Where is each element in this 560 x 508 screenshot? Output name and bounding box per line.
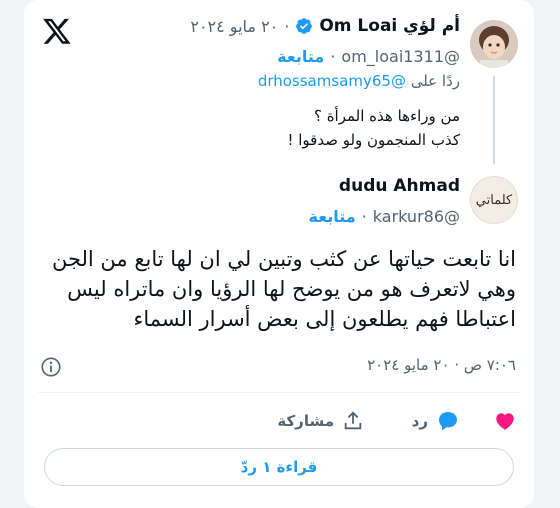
follow-button[interactable]: متابعة bbox=[309, 207, 356, 226]
divider bbox=[38, 392, 520, 393]
avatar[interactable] bbox=[470, 20, 518, 68]
separator: · bbox=[361, 206, 367, 226]
replying-to: ردًا على @drhossamsamy65 bbox=[258, 72, 460, 94]
reply-bubble-icon bbox=[439, 412, 457, 431]
tweet-card: أم لؤي Om Loai · ٢٠ مايو ٢٠٢٤ @om_loai13… bbox=[24, 0, 534, 508]
reply-button[interactable]: رد bbox=[412, 408, 460, 434]
quoted-text-line: من وراءها هذه المرأة ؟ bbox=[313, 107, 460, 125]
x-logo-icon[interactable] bbox=[42, 16, 72, 46]
tweet-text: انا تابعت حياتها عن كثب وتبين لي ان لها … bbox=[51, 247, 516, 331]
heart-icon bbox=[496, 413, 514, 430]
handle-row: @karkur86 · متابعة bbox=[309, 204, 461, 228]
handle[interactable]: @karkur86 bbox=[373, 207, 460, 226]
reply-mention-link[interactable]: @drhossamsamy65 bbox=[258, 72, 406, 90]
share-icon bbox=[344, 411, 362, 430]
avatar-logo-text: كلماتي bbox=[475, 192, 513, 208]
share-button[interactable]: مشاركة bbox=[277, 408, 364, 434]
reply-prefix: ردًا على bbox=[410, 72, 460, 90]
avatar[interactable]: كلماتي bbox=[470, 176, 518, 224]
info-icon[interactable] bbox=[40, 356, 62, 378]
share-label: مشاركة bbox=[277, 412, 334, 430]
display-name[interactable]: أم لؤي Om Loai bbox=[319, 16, 460, 36]
display-name[interactable]: dudu Ahmad bbox=[339, 176, 460, 196]
tweet-timestamp[interactable]: ٧:٠٦ ص · ٢٠ مايو ٢٠٢٤ bbox=[367, 356, 516, 374]
read-replies-button[interactable]: قراءة ١ ردّ bbox=[44, 448, 514, 486]
follow-button[interactable]: متابعة bbox=[277, 47, 324, 66]
quoted-handle-row: @om_loai1311 · متابعة bbox=[277, 44, 460, 68]
like-button[interactable] bbox=[494, 408, 516, 434]
quoted-text-line: كذب المنجمون ولو صدقوا ! bbox=[287, 131, 460, 149]
reply-label: رد bbox=[411, 412, 428, 430]
thread-line bbox=[493, 76, 495, 164]
separator: · bbox=[330, 46, 336, 66]
quoted-tweet-text: من وراءها هذه المرأة ؟ كذب المنجمون ولو … bbox=[287, 104, 460, 152]
tweet-date[interactable]: ٢٠ مايو ٢٠٢٤ bbox=[190, 17, 278, 36]
avatar-photo-icon bbox=[470, 20, 518, 68]
author-row: dudu Ahmad bbox=[339, 176, 460, 200]
quoted-author-row: أم لؤي Om Loai · ٢٠ مايو ٢٠٢٤ bbox=[190, 14, 460, 38]
separator: · bbox=[284, 16, 290, 36]
verified-badge-icon bbox=[296, 18, 313, 34]
handle[interactable]: @om_loai1311 bbox=[341, 47, 460, 66]
action-bar: رد مشاركة bbox=[24, 408, 534, 434]
